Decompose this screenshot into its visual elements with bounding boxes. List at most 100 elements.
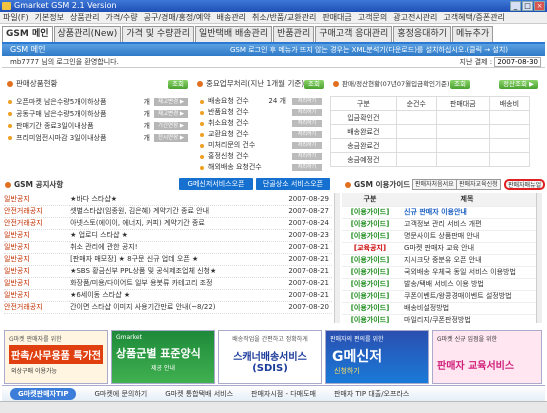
- table-row[interactable]: 안전거래공지 간이면 스타샵 이미지 사용기간만료 안내(~8/22) 2007-0…: [4, 301, 332, 314]
- period-extend-button[interactable]: 기간연장 ▶: [154, 122, 188, 130]
- seller-first-button[interactable]: 판매자처음서요: [412, 179, 457, 190]
- table-row[interactable]: 일반공지 화장품/미용/다이어트 일부 용봇류 카테고리 조정 2007-08-21: [4, 277, 332, 290]
- menu-item[interactable]: 공구/경매/홍정/예약: [141, 12, 214, 23]
- tab-return[interactable]: 반품관리: [273, 26, 315, 42]
- table-row[interactable]: 일반공지 ★바다 스타샵★ 2007-08-29: [4, 193, 332, 206]
- guide-subject[interactable]: 쿠폰이벤트/왕콩경매이벤트 설정방법: [398, 290, 536, 303]
- banner-seller-education[interactable]: G마켓 신규 입점을 위한 판매자 교육서비스: [432, 330, 542, 384]
- display-extend-button[interactable]: 전시연장 ▶: [154, 134, 188, 142]
- maximize-button[interactable]: □: [522, 1, 533, 11]
- banner-promo-supplies[interactable]: G마켓 판매자를 위한 판촉/사무용품 특가전 외상구매 이용가능: [4, 330, 108, 384]
- process-button[interactable]: 처리하기: [292, 131, 322, 138]
- stock-change-button[interactable]: 재고변경 ▶: [154, 110, 188, 118]
- menu-item[interactable]: 기본정보: [32, 12, 67, 23]
- process-button[interactable]: 처리하기: [292, 142, 322, 149]
- tab-customer[interactable]: 구매고객 응대관리: [315, 26, 393, 42]
- notice-subject[interactable]: ★SBS 황금신부 PPL상품 및 공식제조업체 신청★: [70, 265, 264, 278]
- minimize-button[interactable]: _: [510, 1, 521, 11]
- tab-delivery[interactable]: 일반택배 배송관리: [195, 26, 273, 42]
- tip-link[interactable]: 판매자 TIP 대출/오프라스: [334, 389, 409, 399]
- guide-subject[interactable]: 신규 판매자 이용안내: [398, 206, 536, 219]
- table-row[interactable]: [이용가이드] 명문사이트 상품판매 안내: [342, 230, 536, 243]
- table-row[interactable]: 일반공지 ★SBS 황금신부 PPL상품 및 공식제조업체 신청★ 2007-08-…: [4, 265, 332, 278]
- banner-heading: 스캐너배송서비스 (SDIS): [233, 352, 307, 374]
- notice-subject[interactable]: 취소 관리에 관한 공지!: [70, 241, 264, 254]
- tip-link[interactable]: G마켓 통합택배 서비스: [165, 389, 233, 399]
- table-row[interactable]: [교육공지] G마켓 판매자 교육 안내: [342, 242, 536, 255]
- guide-subject[interactable]: G마켓 판매자 교육 안내: [398, 242, 536, 255]
- process-button[interactable]: 처리하기: [292, 164, 322, 171]
- last-payment-date[interactable]: 2007-08-30: [494, 57, 541, 67]
- menu-item[interactable]: 가격/수량: [102, 12, 140, 23]
- column-header: 구분: [342, 193, 398, 207]
- table-row[interactable]: [이용가이드] 신규 판매자 이용안내: [342, 206, 536, 219]
- close-button[interactable]: ×: [534, 1, 545, 11]
- banner-standard-form[interactable]: Gmarket 상품군별 표준양식 제공 안내: [111, 330, 215, 384]
- notice-subject[interactable]: ★ 업로디 스타샵 ★: [70, 229, 264, 242]
- notice-scrollbar[interactable]: [334, 193, 340, 323]
- table-row[interactable]: 안전거래공지 아넷스토(에이이, 에너지, 커피) 계약기간 종료 2007-08-…: [4, 217, 332, 230]
- notice-subject[interactable]: [판매자 매모장] ★ 8구문 신규 업데 오픈 ★: [70, 253, 264, 266]
- table-row[interactable]: [이용가이드] 쿠폰이벤트/왕콩경매이벤트 설정방법: [342, 290, 536, 303]
- guide-category: [이용가이드]: [342, 266, 398, 279]
- settlement-detail-button[interactable]: 정산조회 ▶: [499, 80, 538, 89]
- table-row[interactable]: [이용가이드] 배송비설정방법: [342, 302, 536, 315]
- tip-link[interactable]: G마켓에 문의하기: [94, 389, 147, 399]
- gmessenger-open-button[interactable]: G메신저서비스오픈: [179, 178, 253, 190]
- table-row[interactable]: [이용가이드] 고객정보 관리 서비스 개편: [342, 218, 536, 231]
- guide-subject[interactable]: 지시크닷 중분유 오픈 안내: [398, 254, 536, 267]
- sales-refresh-button[interactable]: 조회: [168, 80, 188, 89]
- process-button[interactable]: 처리하기: [292, 120, 322, 127]
- settlement-search-button[interactable]: 조회: [450, 80, 470, 89]
- table-row[interactable]: [이용가이드] 지시크닷 중분유 오픈 안내: [342, 254, 536, 267]
- menu-item[interactable]: 고객문의: [355, 12, 390, 23]
- notice-subject[interactable]: 간이면 스타샵 이미지 사용기간만료 안내(~8/22): [70, 301, 264, 314]
- menu-item[interactable]: 배송관리: [214, 12, 249, 23]
- row-label: 배송완료건: [330, 124, 397, 139]
- menu-item[interactable]: 취소/반품/교환관리: [249, 12, 319, 23]
- seller-education-button[interactable]: 판매자교육신청: [456, 179, 501, 190]
- notice-subject[interactable]: ★6세이동 스타샵 ★: [70, 289, 264, 302]
- banner-gmessenger[interactable]: 판매자의 편의를 위한 G메신저 신청하기: [325, 330, 429, 384]
- seller-manual-button[interactable]: 판매자매뉴얼: [504, 179, 546, 190]
- table-row[interactable]: 안전거래공지 셋별스타샵(임종원, 김은혜) 계약기간 종료 안내 2007-08-…: [4, 205, 332, 218]
- guide-scrollbar[interactable]: [536, 193, 542, 323]
- table-row[interactable]: [이용가이드] 마일리지/쿠폰판정방법: [342, 314, 536, 323]
- menu-item[interactable]: 상품관리: [67, 12, 102, 23]
- table-row[interactable]: [이용가이드] 발송/택배 서비스 이용 방법: [342, 278, 536, 291]
- tab-gsm-main[interactable]: GSM 메인: [2, 26, 53, 42]
- guide-subject[interactable]: 발송/택배 서비스 이용 방법: [398, 278, 536, 291]
- tip-link[interactable]: 판매자시점 - 다매도매: [251, 389, 316, 399]
- process-button[interactable]: 처리하기: [292, 109, 322, 116]
- table-row[interactable]: [이용가이드] 국외배송 우체국 동일 서비스 이용방법: [342, 266, 536, 279]
- menu-item[interactable]: 광고전시관리: [390, 12, 440, 23]
- table-row[interactable]: 일반공지 취소 관리에 관한 공지! 2007-08-21: [4, 241, 332, 254]
- banner-sdis[interactable]: 배송작업을 간편하고 정확하게 스캐너배송서비스 (SDIS): [218, 330, 322, 384]
- tab-haggle[interactable]: 홍정응대하기: [393, 26, 452, 42]
- menu-item[interactable]: 고객혜택/증폰관리: [440, 12, 508, 23]
- guide-subject[interactable]: 명문사이트 상품판매 안내: [398, 230, 536, 243]
- notice-subject[interactable]: 셋별스타샵(임종원, 김은혜) 계약기간 종료 안내: [70, 205, 264, 218]
- process-button[interactable]: 처리하기: [292, 98, 322, 105]
- table-row[interactable]: 일반공지 ★ 업로디 스타샵 ★ 2007-08-23: [4, 229, 332, 242]
- process-button[interactable]: 처리하기: [292, 153, 322, 160]
- xml-notice-link[interactable]: GSM 로그인 후 메뉴가 뜨지 않는 경우는 XML분석기(다운로드)를 설치…: [230, 44, 508, 56]
- notice-subject[interactable]: 아넷스토(에이이, 에너지, 커피) 계약기간 종료: [70, 217, 264, 230]
- table-row[interactable]: 일반공지 ★6세이동 스타샵 ★ 2007-08-21: [4, 289, 332, 302]
- table-row[interactable]: 일반공지 [판매자 매모장] ★ 8구문 신규 업데 오픈 ★ 2007-08-21: [4, 253, 332, 266]
- tasks-refresh-button[interactable]: 조회: [304, 80, 324, 89]
- notice-subject[interactable]: ★바다 스타샵★: [70, 193, 264, 206]
- notice-date: 2007-08-20: [263, 301, 332, 314]
- tab-add-menu[interactable]: 메뉴추가: [452, 26, 494, 42]
- guide-subject[interactable]: 고객정보 관리 서비스 개편: [398, 218, 536, 231]
- guide-subject[interactable]: 국외배송 우체국 동일 서비스 이용방법: [398, 266, 536, 279]
- regular-shop-open-button[interactable]: 단골상소 서비스오픈: [256, 178, 330, 190]
- menu-item[interactable]: 파일(F): [0, 12, 32, 23]
- notice-subject[interactable]: 화장품/미용/다이어트 일부 용봇류 카테고리 조정: [70, 277, 264, 290]
- guide-subject[interactable]: 마일리지/쿠폰판정방법: [398, 314, 536, 323]
- guide-subject[interactable]: 배송비설정방법: [398, 302, 536, 315]
- menu-item[interactable]: 판매대금: [319, 12, 354, 23]
- stock-change-button[interactable]: 재고변경 ▶: [154, 98, 188, 106]
- tab-product[interactable]: 상품관리(New): [53, 26, 122, 42]
- tab-price[interactable]: 가격 및 수량관리: [122, 26, 194, 42]
